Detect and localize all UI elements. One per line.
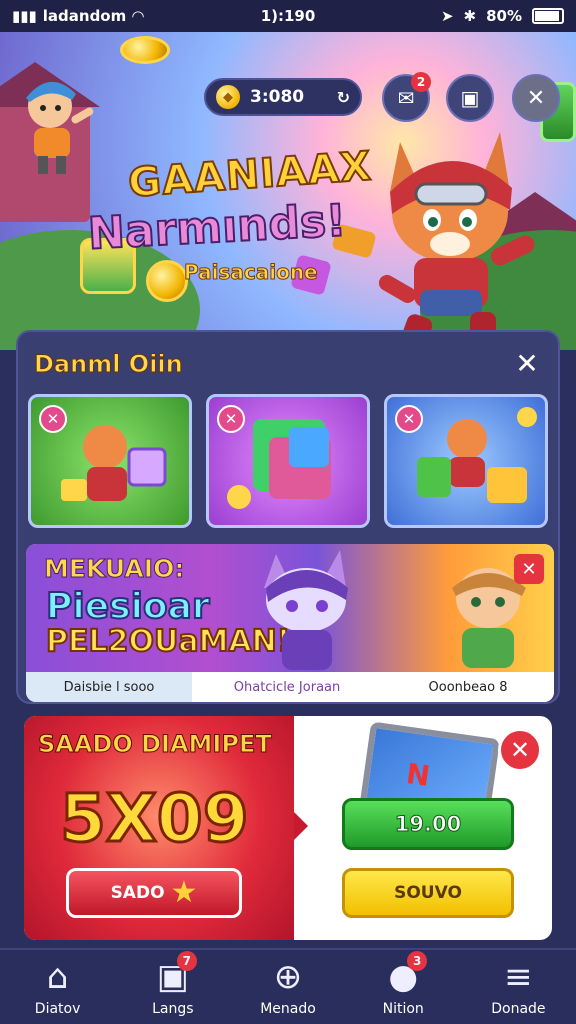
nav-item-menu[interactable]: ≡ Donade <box>461 950 576 1024</box>
star-icon: ★ <box>170 875 198 910</box>
coin-icon: ◆ <box>216 85 240 109</box>
promo-close-button[interactable]: ✕ <box>514 554 544 584</box>
price-button[interactable]: 19.00 <box>342 798 514 850</box>
tile-close-icon[interactable]: ✕ <box>39 405 67 433</box>
cat-character <box>264 550 348 670</box>
mail-button[interactable]: ✉ 2 <box>382 72 431 122</box>
coin-icon <box>120 36 170 64</box>
secondary-button[interactable]: SOUVO <box>342 868 514 918</box>
refresh-icon[interactable]: ↻ <box>337 88 350 107</box>
tile-close-icon[interactable]: ✕ <box>217 405 245 433</box>
promo-label-1[interactable]: Daisbie l sooo <box>26 672 192 702</box>
nav-item-gifts[interactable]: ▣ 7 Langs <box>115 950 230 1024</box>
promo-label-2[interactable]: Ohatcicle Joraan <box>192 672 382 702</box>
battery-percent: 80% <box>486 7 522 25</box>
nav-label: Menado <box>260 1001 316 1017</box>
offer-amount: 5X09 <box>59 779 251 859</box>
signal-icon: ▮▮▮ <box>12 7 37 25</box>
offer-claim-label: SADO <box>110 883 165 903</box>
menu-icon: ≡ <box>504 957 533 997</box>
chat-button[interactable]: ▣ <box>446 74 494 122</box>
nav-label: Diatov <box>34 1001 81 1017</box>
promo-banner[interactable]: MEKUAIO: Piesioar PEL2OUaMAN! ✕ Daisbie … <box>26 544 554 702</box>
offer-claim-button[interactable]: SADO ★ <box>66 868 242 918</box>
promo-label-3[interactable]: Ooonbeao 8 <box>382 672 554 702</box>
offer-left-panel: SAADO DIAMIPET 5X09 SADO ★ <box>24 716 308 940</box>
nav-label: Nition <box>382 1001 424 1017</box>
nav-item-chat[interactable]: ● 3 Nition <box>346 950 461 1024</box>
coin-balance[interactable]: ◆ 3:080 ↻ <box>204 78 362 116</box>
promo-line1: MEKUAIO: <box>43 554 185 584</box>
nav-item-add[interactable]: ⊕ Menado <box>230 950 345 1024</box>
coin-icon <box>146 260 188 302</box>
chat-icon: ● 3 <box>383 951 428 997</box>
game-title-line2: Narmınds! <box>86 194 349 260</box>
kid-character <box>26 81 94 174</box>
daily-panel: Danml Oiin ✕ ✕ ✕ ✕ MEKUAIO: Piesioar PEL… <box>16 330 560 704</box>
close-icon: ✕ <box>526 85 546 111</box>
nav-badge: 3 <box>407 951 428 971</box>
tile-close-icon[interactable]: ✕ <box>395 405 423 433</box>
plus-circle-icon: ⊕ <box>273 957 303 997</box>
coin-balance-value: 3:080 <box>250 87 305 107</box>
offer-card: SAADO DIAMIPET 5X09 SADO ★ N ✕ 19.00 SOU… <box>24 716 552 940</box>
chat-icon: ▣ <box>460 86 480 110</box>
hero-banner: GAANIAAX Narmınds! Paisacaione ◆ 3:080 ↻… <box>0 32 576 350</box>
wifi-icon: ◠ <box>132 7 144 25</box>
game-tile-1[interactable]: ✕ <box>28 394 192 528</box>
panel-close-button[interactable]: ✕ <box>510 346 544 380</box>
nav-item-home[interactable]: ⌂ Diatov <box>0 950 115 1024</box>
game-tile-3[interactable]: ✕ <box>384 394 548 528</box>
offer-close-button[interactable]: ✕ <box>498 728 542 772</box>
home-icon: ⌂ <box>46 957 69 997</box>
battery-icon <box>532 8 564 24</box>
promo-line2: Piesioar <box>45 585 211 628</box>
nav-badge: 7 <box>176 951 197 971</box>
fox-mascot <box>378 132 535 350</box>
mail-icon: ✉ <box>397 86 415 110</box>
status-bar: ▮▮▮ ladandom ◠ 1):190 ➤ ✱ 80% <box>0 0 576 32</box>
game-subtitle: Paisacaione <box>184 260 319 285</box>
offer-title: SAADO DIAMIPET <box>38 730 273 759</box>
bottom-nav: ⌂ Diatov ▣ 7 Langs ⊕ Menado ● 3 Nition ≡ D… <box>0 948 576 1024</box>
gift-icon: ▣ 7 <box>153 951 197 997</box>
location-icon: ➤ <box>440 7 454 25</box>
clock: 1):190 <box>260 7 316 25</box>
promo-banner-art: MEKUAIO: Piesioar PEL2OUaMAN! <box>26 544 554 672</box>
promo-labels: Daisbie l sooo Ohatcicle Joraan Ooonbeao… <box>26 672 554 702</box>
mail-badge: 2 <box>411 72 431 92</box>
game-tile-2[interactable]: ✕ <box>206 394 370 528</box>
close-button[interactable]: ✕ <box>512 74 560 122</box>
nav-label: Donade <box>491 1001 546 1017</box>
panel-title: Danml Oiin <box>34 350 184 379</box>
carrier-name: ladandom <box>42 7 127 25</box>
nav-label: Langs <box>152 1001 194 1017</box>
bluetooth-icon: ✱ <box>463 7 477 25</box>
